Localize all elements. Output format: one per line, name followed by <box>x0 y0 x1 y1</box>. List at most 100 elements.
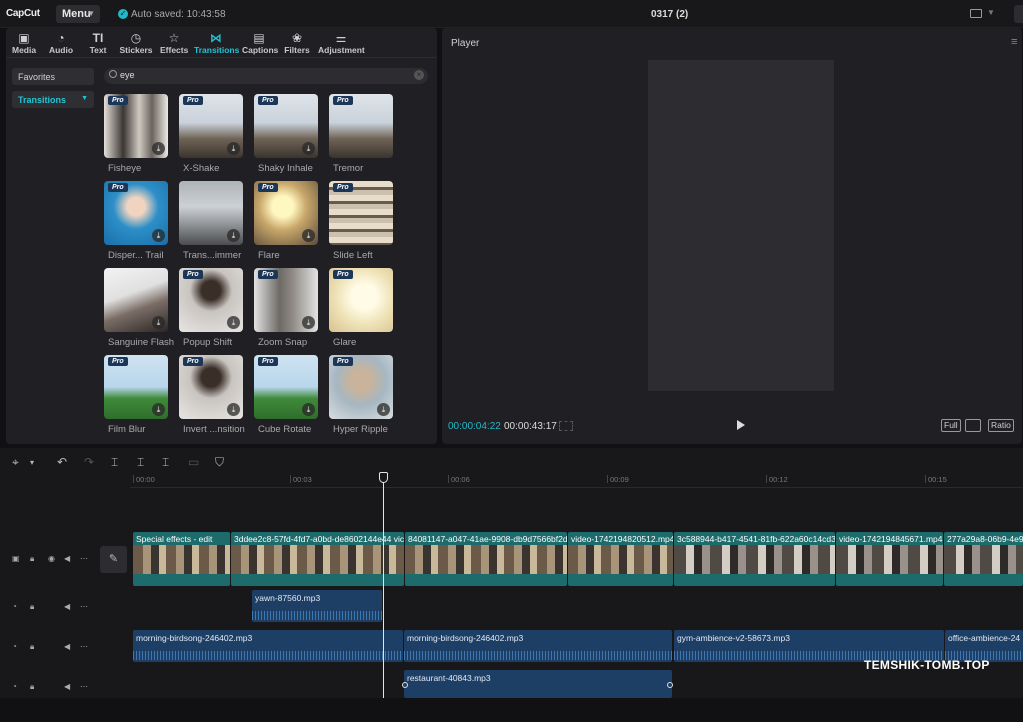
lock-icon[interactable]: 🔒︎ <box>30 682 34 692</box>
audio-track-header: ◔ 🔒︎ ◀ ⋯ <box>0 602 96 642</box>
tab-transitions[interactable]: ⋈ Transitions <box>194 31 239 55</box>
effect-card-popup-shift[interactable]: Pro ⤓ <box>179 268 243 332</box>
split-left-icon[interactable]: ⌶ <box>137 455 144 470</box>
clip-handle[interactable] <box>667 682 673 688</box>
effect-card-invert-transition[interactable]: Pro ⤓ <box>179 355 243 419</box>
window-button[interactable] <box>1014 5 1023 23</box>
effect-label: Glare <box>333 337 357 348</box>
more-icon[interactable]: ⋯ <box>80 682 88 691</box>
tab-text[interactable]: TI Text <box>88 31 108 55</box>
clear-icon[interactable]: × <box>414 70 424 80</box>
download-icon[interactable]: ⤓ <box>227 403 240 416</box>
tab-media[interactable]: ▣ Media <box>12 31 36 55</box>
video-clip[interactable]: 3c588944-b417-4541-81fb-622a60c14cd3 <box>674 532 835 586</box>
eye-icon[interactable]: ◉ <box>48 554 55 563</box>
category-transitions[interactable]: Transitions ▼ <box>12 91 94 108</box>
shield-icon[interactable]: ⛉ <box>215 455 224 470</box>
select-tool-icon[interactable]: ⌖ <box>12 455 19 470</box>
more-icon[interactable]: ⋯ <box>80 554 88 563</box>
video-clip[interactable]: 3ddee2c8-57fd-4fd7-a0bd-de8602144e44 vic <box>231 532 404 586</box>
effect-card-x-shake[interactable]: Pro ⤓ <box>179 94 243 158</box>
playhead[interactable] <box>383 472 384 698</box>
download-icon[interactable]: ⤓ <box>227 142 240 155</box>
audio-clip[interactable]: restaurant-40843.mp3 <box>404 670 672 698</box>
effect-card-zoom-snap[interactable]: Pro ⤓ <box>254 268 318 332</box>
lock-icon[interactable]: 🔒︎ <box>30 554 34 564</box>
audio-clip[interactable]: yawn-87560.mp3 <box>252 590 382 622</box>
volume-icon[interactable]: ◀ <box>64 602 70 611</box>
effect-card-shaky-inhale[interactable]: Pro ⤓ <box>254 94 318 158</box>
download-icon[interactable]: ⤓ <box>302 142 315 155</box>
tab-captions[interactable]: ▤ Captions <box>242 31 278 55</box>
effect-card-flare[interactable]: Pro ⤓ <box>254 181 318 245</box>
effect-card-dispersion-trail[interactable]: Pro ⤓ <box>104 181 168 245</box>
effect-card-hyper-ripple[interactable]: Pro ⤓ <box>329 355 393 419</box>
effect-card-glare[interactable]: Pro <box>329 268 393 332</box>
effect-label: Film Blur <box>108 424 146 435</box>
split-icon[interactable]: ⌶ <box>111 455 118 470</box>
download-icon[interactable]: ⤓ <box>227 229 240 242</box>
effect-card-cube-rotate[interactable]: Pro ⤓ <box>254 355 318 419</box>
tab-stickers[interactable]: ◷ Stickers <box>119 31 153 55</box>
app-logo: CapCut <box>6 8 40 19</box>
search-input[interactable]: eye <box>120 70 135 80</box>
download-icon[interactable]: ⤓ <box>377 403 390 416</box>
video-clip[interactable]: video-1742194820512.mp4 <box>568 532 673 586</box>
ratio-button[interactable]: Ratio <box>988 419 1014 432</box>
effect-card-film-blur[interactable]: Pro ⤓ <box>104 355 168 419</box>
delete-icon[interactable]: ▭ <box>188 455 199 469</box>
undo-icon[interactable]: ↶ <box>57 455 67 469</box>
video-clip[interactable]: video-1742194845671.mp4 <box>836 532 943 586</box>
download-icon[interactable]: ⤓ <box>152 316 165 329</box>
more-icon[interactable]: ⋯ <box>80 642 88 651</box>
more-icon[interactable]: ≡ <box>1011 36 1017 48</box>
redo-icon[interactable]: ↷ <box>84 455 94 469</box>
download-icon[interactable]: ⤓ <box>302 316 315 329</box>
download-icon[interactable]: ⤓ <box>152 229 165 242</box>
tab-effects[interactable]: ☆ Effects <box>160 31 188 55</box>
effect-card-sanguine-flash[interactable]: ⤓ <box>104 268 168 332</box>
volume-icon[interactable]: ◀ <box>64 682 70 691</box>
project-title[interactable]: 0317 (2) <box>651 9 688 20</box>
audio-clip[interactable]: morning-birdsong-246402.mp3 <box>133 630 403 662</box>
cover-edit-button[interactable]: ✎ <box>100 546 127 573</box>
category-favorites[interactable]: Favorites <box>12 68 94 85</box>
tab-audio[interactable]: ◔ Audio <box>48 31 74 55</box>
menu-button[interactable]: Menu ▼ <box>56 5 100 23</box>
audio-clip[interactable]: morning-birdsong-246402.mp3 <box>404 630 672 662</box>
effect-card-transition-shimmer[interactable]: ⤓ <box>179 181 243 245</box>
lock-icon[interactable]: 🔒︎ <box>30 642 34 652</box>
download-icon[interactable]: ⤓ <box>152 403 165 416</box>
effect-card-fisheye[interactable]: Pro ⤓ <box>104 94 168 158</box>
time-ruler[interactable]: 00:00 00:03 00:06 00:09 00:12 00:15 <box>130 472 1023 488</box>
search-bar[interactable]: eye × <box>104 68 428 84</box>
more-icon[interactable]: ⋯ <box>80 602 88 611</box>
lock-icon[interactable]: 🔒︎ <box>30 602 34 612</box>
download-icon[interactable]: ⤓ <box>302 403 315 416</box>
fullscreen-button[interactable]: Full <box>941 419 961 432</box>
layout-icon[interactable] <box>970 9 982 18</box>
video-clip[interactable]: 277a29a8-06b9-4e9 <box>944 532 1023 586</box>
download-icon[interactable]: ⤓ <box>152 142 165 155</box>
preview-canvas[interactable] <box>648 60 834 391</box>
focus-icon[interactable] <box>965 419 981 432</box>
chevron-down-icon[interactable]: ▾ <box>30 458 34 467</box>
volume-icon[interactable]: ◀ <box>64 554 70 563</box>
watermark: TEMSHIK-TOMB.TOP <box>864 658 990 672</box>
chevron-down-icon[interactable]: ▼ <box>987 8 995 17</box>
effect-card-slide-left[interactable]: Pro <box>329 181 393 245</box>
download-icon[interactable]: ⤓ <box>302 229 315 242</box>
video-clip[interactable]: 84081147-a047-41ae-9908-db9d7566bf2d <box>405 532 567 586</box>
tab-adjustment[interactable]: ⚌ Adjustment <box>318 31 365 55</box>
clip-handle[interactable] <box>402 682 408 688</box>
tab-filters[interactable]: ❀ Filters <box>284 31 310 55</box>
play-icon[interactable] <box>737 420 745 430</box>
download-icon[interactable]: ⤓ <box>227 316 240 329</box>
split-right-icon[interactable]: ⌶ <box>162 455 169 470</box>
effect-label: Shaky Inhale <box>258 163 313 174</box>
playhead-handle[interactable] <box>379 472 388 483</box>
video-clip[interactable]: Special effects - edit <box>133 532 230 586</box>
effect-card-tremor[interactable]: Pro <box>329 94 393 158</box>
timecode-icon[interactable] <box>559 421 573 431</box>
volume-icon[interactable]: ◀ <box>64 642 70 651</box>
